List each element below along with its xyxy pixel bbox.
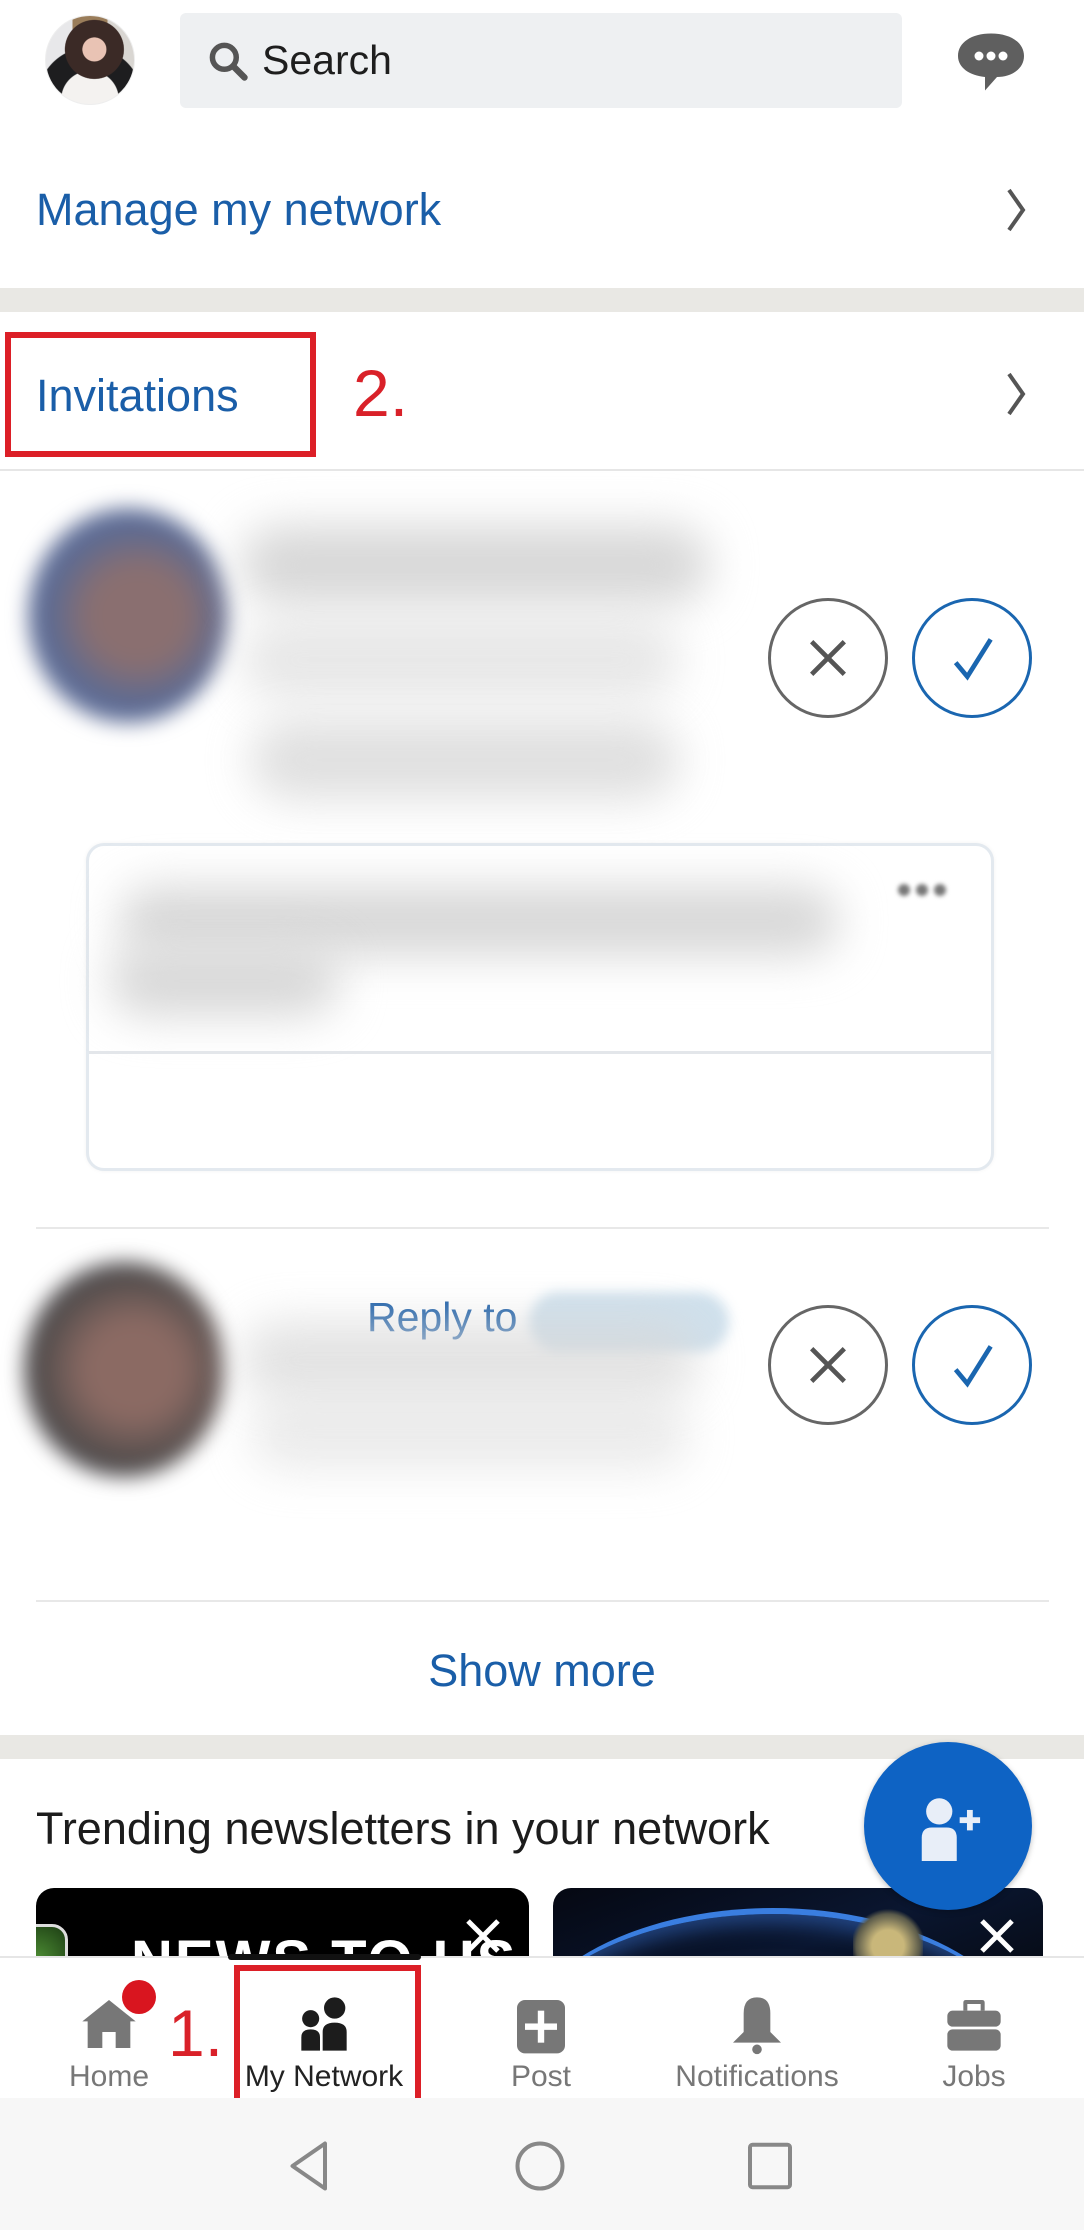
checkmark-icon — [953, 638, 993, 681]
chevron-right-icon — [1007, 372, 1026, 416]
nav-tab-post[interactable]: Post — [441, 1958, 641, 2098]
bell-icon — [733, 1997, 781, 2055]
close-icon[interactable] — [463, 1916, 503, 1956]
inviter-avatar[interactable] — [28, 508, 228, 723]
search-bar[interactable] — [180, 13, 902, 108]
chevron-right-icon — [1007, 188, 1026, 232]
accept-invitation-button[interactable] — [912, 598, 1032, 718]
divider — [36, 1600, 1049, 1602]
bottom-navigation: Home My Network Post Notifications Jobs — [0, 1954, 1084, 2098]
inviter-meta-redacted — [250, 720, 680, 800]
notification-badge — [122, 1980, 156, 2014]
recent-apps-icon[interactable] — [740, 2136, 800, 2196]
trending-newsletters-heading: Trending newsletters in your network — [36, 1803, 770, 1854]
reply-button[interactable]: Reply to — [89, 1054, 991, 1352]
annotation-step-2: 2. — [353, 356, 409, 430]
message-text-redacted — [109, 946, 339, 1016]
nav-label: Post — [510, 2060, 572, 2093]
invitation-message-card: Reply to — [86, 843, 994, 1352]
section-separator — [0, 288, 1084, 312]
back-icon[interactable] — [280, 2136, 340, 2196]
annotation-highlight-box — [5, 332, 316, 457]
ignore-invitation-button[interactable] — [768, 598, 888, 718]
accept-invitation-button[interactable] — [912, 1305, 1032, 1425]
inviter-name-redacted — [240, 1320, 700, 1400]
home-circle-icon[interactable] — [510, 2136, 570, 2196]
profile-avatar[interactable] — [45, 15, 135, 105]
nav-label: Notifications — [675, 2060, 839, 2093]
ignore-invitation-button[interactable] — [768, 1305, 888, 1425]
inviter-headline-redacted — [240, 620, 680, 700]
inviter-name-redacted — [240, 525, 710, 605]
close-icon[interactable] — [977, 1916, 1017, 1956]
annotation-step-1: 1. — [168, 1996, 224, 2070]
briefcase-icon — [947, 2000, 1001, 2051]
divider — [36, 1227, 1049, 1229]
annotation-highlight-box — [234, 1965, 421, 2115]
more-options-icon[interactable] — [898, 884, 946, 898]
post-icon — [517, 2000, 565, 2054]
show-more-button[interactable]: Show more — [0, 1612, 1084, 1730]
nav-label: Jobs — [942, 2060, 1006, 2093]
inviter-avatar[interactable] — [24, 1262, 224, 1477]
messaging-icon[interactable] — [955, 30, 1027, 94]
search-input[interactable] — [262, 13, 862, 108]
inviter-headline-redacted — [250, 1400, 690, 1470]
manage-my-network-row[interactable]: Manage my network — [0, 150, 1084, 270]
add-connection-fab[interactable] — [864, 1742, 1032, 1910]
nav-tab-notifications[interactable]: Notifications — [657, 1958, 857, 2098]
close-icon — [810, 640, 846, 676]
nav-tab-jobs[interactable]: Jobs — [874, 1958, 1074, 2098]
system-navigation-bar — [0, 2098, 1084, 2230]
checkmark-icon — [953, 1345, 993, 1388]
nav-label: Home — [68, 2060, 150, 2093]
close-icon — [810, 1347, 846, 1383]
search-icon — [209, 42, 248, 81]
add-person-icon — [921, 1798, 981, 1861]
manage-my-network-label: Manage my network — [36, 184, 442, 235]
